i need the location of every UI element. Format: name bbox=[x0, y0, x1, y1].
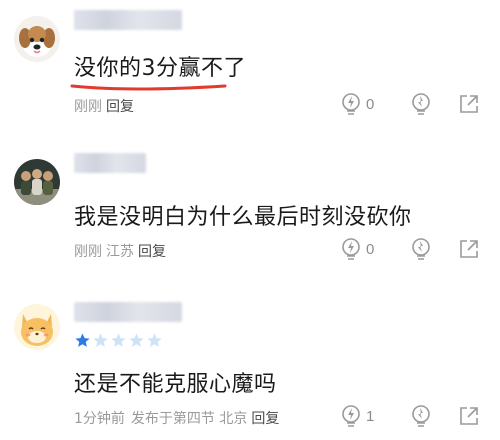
comment-location: 江苏 bbox=[106, 244, 134, 260]
like-count: 0 bbox=[366, 95, 375, 113]
lightbulb-dislike-icon bbox=[412, 238, 430, 260]
username-redacted[interactable] bbox=[74, 153, 146, 173]
star-empty-icon bbox=[129, 333, 144, 347]
comment-time: 1分钟前 bbox=[74, 411, 125, 427]
comment-time: 刚刚 bbox=[74, 244, 102, 260]
star-rating bbox=[74, 332, 163, 349]
share-button[interactable] bbox=[458, 402, 480, 430]
cat-avatar[interactable] bbox=[14, 304, 60, 350]
like-count: 1 bbox=[366, 407, 375, 425]
star-empty-icon bbox=[111, 333, 126, 347]
like-button[interactable]: 0 bbox=[340, 235, 374, 263]
lightbulb-like-icon bbox=[342, 238, 360, 260]
like-button[interactable]: 1 bbox=[340, 402, 374, 430]
lightbulb-dislike-icon bbox=[412, 93, 430, 115]
share-button[interactable] bbox=[458, 90, 480, 118]
comment-item: 我是没明白为什么最后时刻没砍你 刚刚 江苏 回复 0 bbox=[0, 135, 500, 285]
comment-text: 没你的3分赢不了 bbox=[74, 56, 246, 81]
red-underline-annotation bbox=[70, 84, 227, 91]
comment-item: 没你的3分赢不了 刚刚 回复 0 bbox=[0, 0, 500, 130]
comment-meta: 1分钟前 发布于第四节 北京 回复 bbox=[74, 408, 279, 428]
star-empty-icon bbox=[147, 333, 162, 347]
dislike-button[interactable] bbox=[410, 402, 432, 430]
username-redacted[interactable] bbox=[74, 10, 182, 30]
group-photo-avatar[interactable] bbox=[14, 159, 60, 205]
puppy-avatar[interactable] bbox=[14, 16, 60, 62]
share-icon bbox=[460, 407, 478, 425]
like-button[interactable]: 0 bbox=[340, 90, 374, 118]
username-redacted[interactable] bbox=[74, 302, 182, 322]
comment-actions: 0 bbox=[340, 90, 490, 118]
like-count: 0 bbox=[366, 240, 375, 258]
share-icon bbox=[460, 95, 478, 113]
comment-time: 刚刚 bbox=[74, 99, 102, 115]
lightbulb-like-icon bbox=[342, 405, 360, 427]
reply-button[interactable]: 回复 bbox=[106, 99, 134, 115]
star-empty-icon bbox=[93, 333, 108, 347]
comment-item: 还是不能克服心魔吗 1分钟前 发布于第四节 北京 回复 1 bbox=[0, 290, 500, 440]
share-button[interactable] bbox=[458, 235, 480, 263]
share-icon bbox=[460, 240, 478, 258]
comment-meta: 刚刚 江苏 回复 bbox=[74, 241, 166, 261]
comment-text: 还是不能克服心魔吗 bbox=[74, 372, 277, 397]
reply-button[interactable]: 回复 bbox=[138, 244, 166, 260]
dislike-button[interactable] bbox=[410, 235, 432, 263]
comment-list: 没你的3分赢不了 刚刚 回复 0 我是没明白为什么最后时刻没砍你 刚刚 江苏 回… bbox=[0, 0, 500, 440]
lightbulb-like-icon bbox=[342, 93, 360, 115]
reply-button[interactable]: 回复 bbox=[251, 411, 279, 427]
comment-text: 我是没明白为什么最后时刻没砍你 bbox=[74, 205, 412, 230]
published-info: 发布于第四节 北京 bbox=[130, 411, 248, 427]
lightbulb-dislike-icon bbox=[412, 405, 430, 427]
comment-actions: 1 bbox=[340, 402, 490, 430]
comment-actions: 0 bbox=[340, 235, 490, 263]
dislike-button[interactable] bbox=[410, 90, 432, 118]
comment-meta: 刚刚 回复 bbox=[74, 96, 134, 116]
star-filled-icon bbox=[75, 333, 90, 347]
